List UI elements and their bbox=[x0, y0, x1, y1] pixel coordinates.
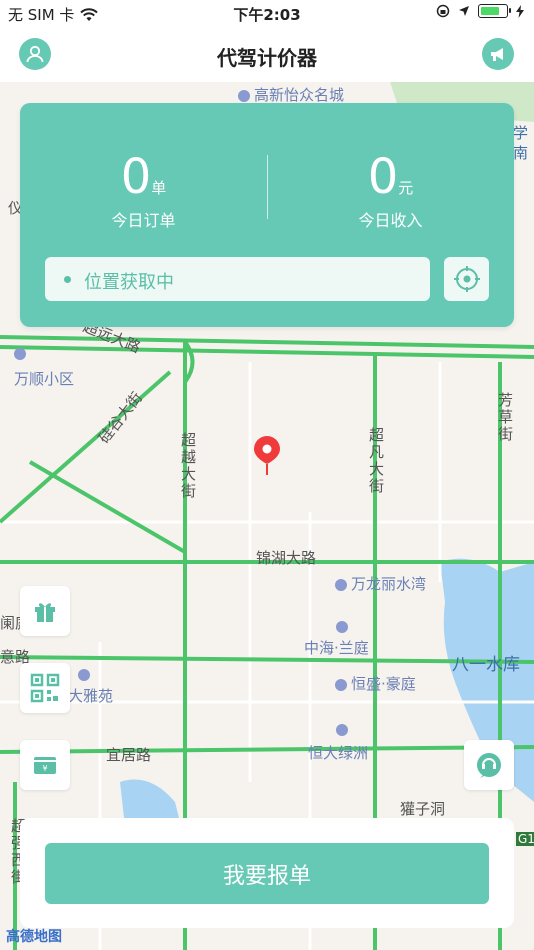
status-bar: 无 SIM 卡 下午2:03 bbox=[0, 0, 534, 28]
status-right bbox=[436, 4, 524, 18]
page-title: 代驾计价器 bbox=[217, 46, 317, 70]
customer-service-icon bbox=[477, 753, 501, 778]
map-label-chaoyue-street: 超越大街 bbox=[179, 432, 197, 500]
locate-button[interactable] bbox=[444, 257, 489, 301]
map-label-gaoxin: 高新怡众名城 bbox=[238, 84, 344, 105]
qr-code-icon bbox=[30, 673, 60, 703]
locate-target-icon bbox=[453, 266, 480, 292]
map-label-wanlong: 万龙丽水湾 bbox=[335, 573, 426, 594]
location-status-box: 位置获取中 bbox=[45, 257, 430, 301]
map-label-chaofan-street: 超凡大街 bbox=[367, 427, 385, 495]
bottom-panel: 我要报单 bbox=[20, 818, 514, 928]
map-label-fangcao-street: 芳草街 bbox=[496, 392, 514, 443]
charging-bolt-icon bbox=[516, 4, 524, 18]
today-income-value: 0 bbox=[367, 149, 399, 205]
today-orders-value: 0 bbox=[120, 149, 152, 205]
map-label-hengsheng: 恒盛·豪庭 bbox=[335, 673, 416, 694]
today-orders-label: 今日订单 bbox=[111, 211, 176, 230]
battery-icon bbox=[478, 4, 511, 18]
today-orders-unit: 单 bbox=[151, 179, 167, 197]
location-arrow-icon bbox=[459, 6, 469, 16]
svg-text:¥: ¥ bbox=[42, 764, 47, 773]
map-label-yiju-road: 宜居路 bbox=[106, 746, 152, 764]
qr-code-button[interactable] bbox=[20, 663, 70, 713]
map-label-zhonghai-dot bbox=[336, 617, 352, 635]
location-status-dot bbox=[64, 276, 71, 283]
gift-icon bbox=[35, 603, 55, 622]
customer-service-button[interactable] bbox=[464, 740, 514, 790]
report-order-button[interactable]: 我要报单 bbox=[45, 843, 489, 904]
amap-logo: 高德地图 bbox=[6, 929, 62, 945]
location-status-text: 位置获取中 bbox=[84, 272, 174, 293]
map-pin-icon bbox=[252, 434, 282, 480]
megaphone-icon[interactable] bbox=[482, 38, 514, 70]
gift-button[interactable] bbox=[20, 586, 70, 636]
nav-bar: 代驾计价器 bbox=[0, 28, 534, 82]
map-label-dayayuan: 大雅苑 bbox=[68, 687, 114, 705]
wallet-icon: ¥ bbox=[34, 757, 56, 774]
map-label-hengda: 恒大绿洲 bbox=[308, 744, 369, 762]
map-label-dayayuan-dot bbox=[78, 665, 94, 683]
today-orders-stat: 0单 今日订单 bbox=[20, 151, 267, 231]
map-label-huanzi-dong: 獾子洞 bbox=[400, 800, 446, 818]
map-label-jinhu-road: 锦湖大路 bbox=[256, 549, 317, 567]
map-label-bayi-reservoir: 八一水库 bbox=[452, 655, 520, 675]
today-income-label: 今日收入 bbox=[358, 211, 423, 230]
map-label-wanshun-text: 万顺小区 bbox=[14, 370, 75, 388]
today-income-stat: 0元 今日收入 bbox=[267, 151, 514, 231]
rotation-lock-icon bbox=[436, 4, 450, 18]
map-label-g1: G1 bbox=[516, 832, 534, 846]
map-label-hengda-dot bbox=[336, 720, 352, 738]
today-income-unit: 元 bbox=[398, 179, 414, 197]
map-label-zhonghai: 中海·兰庭 bbox=[304, 639, 369, 657]
today-stats-card: 0单 今日订单 0元 今日收入 位置获取中 bbox=[20, 103, 514, 327]
wallet-button[interactable]: ¥ bbox=[20, 740, 70, 790]
map-label-wanshun bbox=[14, 344, 30, 362]
